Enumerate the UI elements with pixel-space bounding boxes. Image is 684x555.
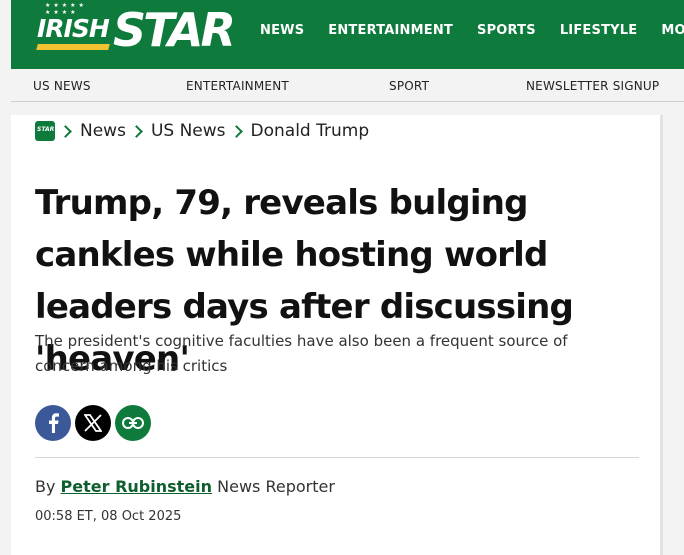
byline-divider — [35, 457, 639, 458]
sub-nav-entertainment[interactable]: ENTERTAINMENT — [186, 79, 289, 93]
chevron-right-icon — [130, 124, 143, 138]
article-standfirst: The president's cognitive faculties have… — [35, 332, 568, 375]
byline: By Peter Rubinstein News Reporter — [35, 477, 335, 496]
logo-irish-text: IRISH — [37, 14, 110, 43]
top-nav-more[interactable]: MORE — [661, 23, 684, 38]
article-card: STAR News US News Donald Trump Trump, 79… — [11, 115, 663, 555]
author-role: News Reporter — [217, 477, 335, 496]
sub-nav-us-news[interactable]: US NEWS — [33, 79, 91, 93]
sub-nav-sport[interactable]: SPORT — [389, 79, 429, 93]
link-icon — [122, 417, 144, 429]
breadcrumb-news[interactable]: News — [80, 121, 126, 141]
share-link-button[interactable] — [115, 405, 151, 441]
author-link[interactable]: Peter Rubinstein — [61, 477, 212, 496]
top-nav: NEWS ENTERTAINMENT SPORTS LIFESTYLE MORE — [260, 0, 684, 60]
byline-prefix: By — [35, 477, 56, 496]
top-nav-news[interactable]: NEWS — [260, 23, 304, 38]
sub-nav-newsletter-signup[interactable]: NEWSLETTER SIGNUP — [526, 79, 659, 93]
facebook-icon — [49, 413, 59, 433]
top-nav-sports[interactable]: SPORTS — [477, 23, 536, 38]
top-nav-entertainment[interactable]: ENTERTAINMENT — [328, 23, 453, 38]
share-facebook-button[interactable] — [35, 405, 71, 441]
logo-star-text: STAR — [113, 3, 236, 57]
share-x-button[interactable] — [75, 405, 111, 441]
breadcrumb-us-news[interactable]: US News — [151, 121, 226, 141]
top-nav-more-label: MORE — [661, 22, 684, 38]
publish-date: 00:58 ET, 08 Oct 2025 — [35, 509, 182, 524]
logo-underline — [36, 44, 110, 50]
breadcrumb: STAR News US News Donald Trump — [35, 120, 369, 142]
sub-nav: US NEWS ENTERTAINMENT SPORT NEWSLETTER S… — [11, 70, 684, 102]
top-nav-lifestyle[interactable]: LIFESTYLE — [560, 23, 638, 38]
chevron-right-icon — [59, 124, 72, 138]
home-logo-icon[interactable]: STAR — [35, 121, 55, 141]
site-header: ★★★★★ ★★★★ IRISH STAR NEWS ENTERTAINMENT … — [11, 0, 684, 69]
site-logo[interactable]: ★★★★★ ★★★★ IRISH STAR — [35, 0, 236, 62]
breadcrumb-donald-trump[interactable]: Donald Trump — [251, 121, 370, 141]
share-buttons — [35, 405, 155, 441]
x-icon — [84, 414, 102, 432]
chevron-right-icon — [229, 124, 243, 138]
